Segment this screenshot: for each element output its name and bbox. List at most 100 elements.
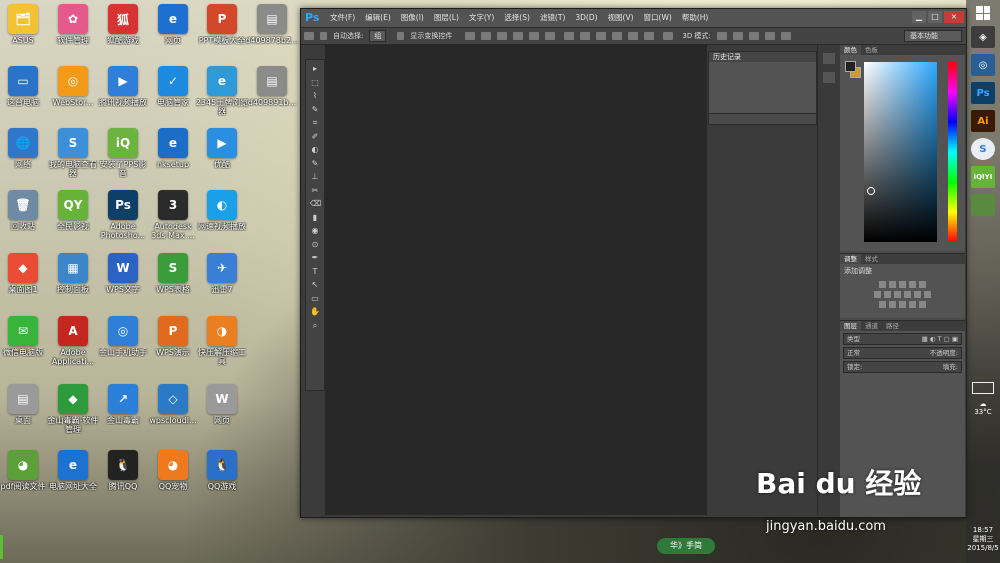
channel-mixer-icon[interactable]: [914, 291, 921, 298]
document-canvas-area[interactable]: [325, 45, 707, 515]
align-bottom-icon[interactable]: [497, 32, 508, 40]
desktop-icon[interactable]: ◎ 金山手机助手: [96, 316, 150, 357]
layer-kind-dropdown[interactable]: 类型: [847, 334, 860, 344]
tool-icon[interactable]: ⬚: [310, 78, 320, 87]
menu-item[interactable]: 文字(Y): [464, 9, 499, 27]
align-vcenter-icon[interactable]: [481, 32, 492, 40]
title-bar[interactable]: Ps 文件(F) 编辑(E) 图像(I) 图层(L) 文字(Y) 选择(S) 滤镜(T) 3D…: [301, 9, 966, 27]
color-balance-icon[interactable]: [884, 291, 891, 298]
tool-icon[interactable]: ✋: [310, 307, 320, 316]
close-button[interactable]: ×: [944, 11, 964, 23]
desktop-icon[interactable]: 狐狐酷游戏: [96, 4, 150, 45]
tool-icon[interactable]: ✎: [310, 105, 320, 114]
properties-panel-icon[interactable]: [823, 72, 835, 83]
tool-icon[interactable]: ▭: [310, 294, 320, 303]
desktop-icon[interactable]: 🐧 QQ游戏: [195, 450, 249, 491]
maximize-button[interactable]: □: [928, 11, 942, 23]
desktop-icon[interactable]: e nksetup: [146, 128, 200, 169]
foreground-color-swatch[interactable]: [845, 61, 856, 72]
system-clock[interactable]: 18:57 星期三 2015/8/5: [966, 526, 1000, 553]
exposure-icon[interactable]: [909, 281, 916, 288]
desktop-icon[interactable]: e 网页: [146, 4, 200, 45]
desktop-icon[interactable]: iQ 安装了PPS影音: [96, 128, 150, 178]
tool-icon[interactable]: ⌕: [310, 321, 320, 330]
menu-item[interactable]: 3D(D): [570, 9, 602, 27]
desktop-icon[interactable]: ✉ 微信电脑版: [0, 316, 50, 357]
desktop-icon[interactable]: 🐧 腾讯QQ: [96, 450, 150, 491]
desktop-icon[interactable]: A Adobe Applicati...: [46, 316, 100, 366]
workspace-dropdown[interactable]: 基本功能: [904, 30, 962, 42]
taskbar-app-photoshop-icon[interactable]: Ps: [971, 82, 995, 104]
tool-icon[interactable]: ⌇: [310, 91, 320, 100]
invert-icon[interactable]: [879, 301, 886, 308]
levels-icon[interactable]: [889, 281, 896, 288]
align-left-icon[interactable]: [513, 32, 524, 40]
keyboard-icon[interactable]: [972, 382, 994, 394]
tab-channels[interactable]: 通道: [861, 321, 882, 331]
tab-color[interactable]: 颜色: [840, 45, 861, 55]
checkbox-icon[interactable]: [397, 32, 405, 40]
menu-item[interactable]: 图像(I): [396, 9, 429, 27]
color-field[interactable]: [864, 62, 937, 242]
weather-widget[interactable]: ☁ 33°C: [966, 400, 1000, 416]
menu-item[interactable]: 图层(L): [429, 9, 464, 27]
vibrance-icon[interactable]: [919, 281, 926, 288]
taskbar-app-network-icon[interactable]: ◈: [971, 26, 995, 48]
desktop-icon[interactable]: ✿ 软件管理: [46, 4, 100, 45]
desktop-icon[interactable]: W WPS文字: [96, 253, 150, 294]
taskbar-app-ie-icon[interactable]: ◎: [971, 54, 995, 76]
taskbar-app-illustrator-icon[interactable]: Ai: [971, 110, 995, 132]
align-top-icon[interactable]: [465, 32, 476, 40]
photoshop-window[interactable]: Ps 文件(F) 编辑(E) 图像(I) 图层(L) 文字(Y) 选择(S) 滤镜(T) 3D…: [300, 8, 967, 518]
desktop-icon[interactable]: e 2345王牌浏览器: [195, 66, 249, 116]
tool-icon[interactable]: ⌗: [310, 118, 320, 127]
photo-filter-icon[interactable]: [904, 291, 911, 298]
distribute-right-icon[interactable]: [644, 32, 655, 40]
3d-roll-icon[interactable]: [732, 32, 743, 40]
tab-adjustments[interactable]: 调整: [840, 254, 861, 264]
tool-icon[interactable]: ◐: [310, 145, 320, 154]
menu-item[interactable]: 选择(S): [499, 9, 535, 27]
align-right-icon[interactable]: [545, 32, 556, 40]
tool-icon[interactable]: ↖: [310, 280, 320, 289]
tool-icon[interactable]: ✂: [310, 186, 320, 195]
desktop-icon[interactable]: 3 Autodesk 3ds Max ...: [146, 190, 200, 240]
tool-icon[interactable]: T: [310, 267, 320, 276]
desktop-icon[interactable]: ◇ wpscloudl...: [146, 384, 200, 425]
tool-icon[interactable]: ⊥: [310, 172, 320, 181]
posterize-icon[interactable]: [889, 301, 896, 308]
distribute-top-icon[interactable]: [564, 32, 575, 40]
tab-swatches[interactable]: 色板: [861, 45, 882, 55]
desktop-icon[interactable]: 🗑 回收站: [0, 190, 50, 231]
desktop-icon[interactable]: ◆ 金山毒霸-软件管理: [46, 384, 100, 434]
desktop-icon[interactable]: ▭ 这台电脑: [0, 66, 50, 107]
taskbar-app-iqiyi-icon[interactable]: iQIYI: [971, 166, 995, 188]
menu-item[interactable]: 滤镜(T): [535, 9, 570, 27]
tool-icon[interactable]: ✎: [310, 159, 320, 168]
desktop-icon[interactable]: ▤ d409891b...: [245, 66, 299, 107]
desktop-icon[interactable]: ▶ 优酷: [195, 128, 249, 169]
desktop-icon[interactable]: S WPS表格: [146, 253, 200, 294]
desktop-icon[interactable]: W 网页: [195, 384, 249, 425]
desktop-icon[interactable]: ◕ pdf阅读文件: [0, 450, 50, 491]
tool-icon[interactable]: ▸: [310, 64, 320, 73]
desktop-icon[interactable]: ▤ d409878b2...: [245, 4, 299, 45]
desktop-icon[interactable]: Ps Adobe Photosho...: [96, 190, 150, 240]
selective-color-icon[interactable]: [919, 301, 926, 308]
3d-scale-icon[interactable]: [780, 32, 791, 40]
menu-item[interactable]: 窗口(W): [639, 9, 677, 27]
3d-pan-icon[interactable]: [748, 32, 759, 40]
taskbar-app-image-icon[interactable]: [971, 194, 995, 216]
desktop-icon[interactable]: ◎ WebStor...: [46, 66, 100, 107]
tool-icon[interactable]: ✐: [310, 132, 320, 141]
history-panel-icon[interactable]: [823, 53, 835, 64]
tool-icon[interactable]: ⊙: [310, 240, 320, 249]
hue-slider[interactable]: [948, 62, 957, 242]
desktop-icon[interactable]: ✓ 电脑管家: [146, 66, 200, 107]
tool-icon[interactable]: ▮: [310, 213, 320, 222]
desktop-icon[interactable]: ▶ 腾讯视频播放: [96, 66, 150, 107]
desktop-icon[interactable]: ◑ 快压解压缩工具: [195, 316, 249, 366]
desktop-icon[interactable]: S 我的电脑查看器: [46, 128, 100, 178]
tab-styles[interactable]: 样式: [861, 254, 882, 264]
distribute-bottom-icon[interactable]: [596, 32, 607, 40]
